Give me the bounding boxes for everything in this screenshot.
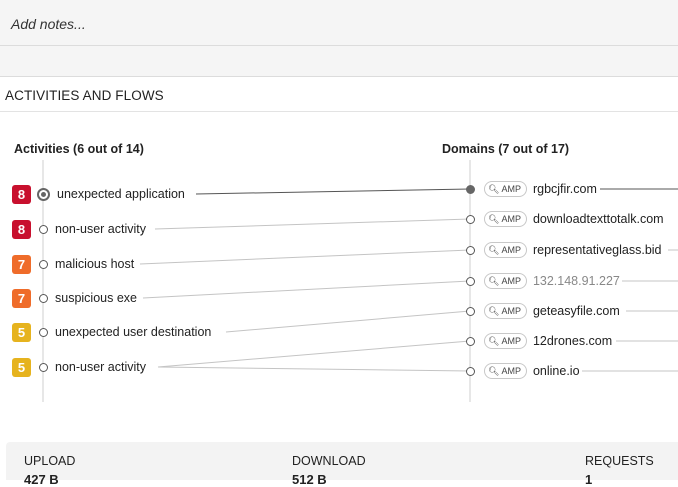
domain-label: 132.148.91.227 [532, 274, 622, 288]
selected-radio-icon[interactable] [37, 187, 50, 201]
amp-label: AMP [501, 214, 521, 224]
activity-item[interactable]: 7 suspicious exe [12, 288, 139, 308]
amp-search-chip[interactable]: 🔍︎ AMP [484, 363, 527, 379]
activity-item[interactable]: 7 malicious host [12, 254, 137, 274]
search-icon: 🔍︎ [488, 244, 500, 255]
domain-item[interactable]: 🔍︎ AMP geteasyfile.com [466, 301, 622, 321]
upload-label: UPLOAD [24, 454, 76, 468]
dot-icon[interactable] [466, 276, 475, 286]
amp-label: AMP [501, 366, 521, 376]
amp-search-chip[interactable]: 🔍︎ AMP [484, 211, 527, 227]
activity-label: malicious host [55, 257, 137, 271]
amp-label: AMP [501, 336, 521, 346]
search-icon: 🔍︎ [488, 183, 500, 194]
amp-label: AMP [501, 245, 521, 255]
domain-label: geteasyfile.com [532, 304, 622, 318]
flow-line-6 [157, 340, 471, 368]
domain-label: 12drones.com [532, 334, 615, 348]
dot-icon[interactable] [466, 366, 475, 376]
flow-line-1 [195, 188, 471, 195]
dot-icon[interactable] [466, 214, 475, 224]
activity-item[interactable]: 5 unexpected user destination [12, 322, 214, 342]
flow-line-2 [154, 218, 471, 230]
amp-search-chip[interactable]: 🔍︎ AMP [484, 242, 527, 258]
activity-label: suspicious exe [55, 291, 139, 305]
selected-dot-icon[interactable] [466, 184, 475, 194]
search-icon: 🔍︎ [488, 365, 500, 376]
search-icon: 🔍︎ [488, 305, 500, 316]
dot-icon[interactable] [466, 306, 475, 316]
activity-item[interactable]: 8 non-user activity [12, 219, 149, 239]
severity-badge: 5 [12, 322, 31, 342]
download-label: DOWNLOAD [292, 454, 366, 468]
severity-badge: 5 [12, 357, 31, 377]
domain-item[interactable]: 🔍︎ AMP 132.148.91.227 [466, 271, 622, 291]
activity-item[interactable]: 5 non-user activity [12, 357, 149, 377]
domain-item[interactable]: 🔍︎ AMP downloadtexttotalk.com [466, 209, 666, 229]
amp-label: AMP [501, 306, 521, 316]
activity-label: unexpected user destination [55, 325, 214, 339]
domain-item[interactable]: 🔍︎ AMP rgbcjfir.com [466, 179, 599, 199]
radio-icon[interactable] [39, 362, 48, 372]
domain-label: representativeglass.bid [532, 243, 664, 257]
activity-label: non-user activity [55, 360, 149, 374]
search-icon: 🔍︎ [488, 275, 500, 286]
severity-badge: 7 [12, 254, 31, 274]
activity-label: non-user activity [55, 222, 149, 236]
severity-badge: 7 [12, 288, 31, 308]
flow-line-5 [225, 310, 471, 333]
domain-label: rgbcjfir.com [532, 182, 599, 196]
flow-line-7 [157, 366, 471, 372]
search-icon: 🔍︎ [488, 213, 500, 224]
radio-icon[interactable] [39, 293, 48, 303]
severity-badge: 8 [12, 184, 31, 204]
amp-label: AMP [501, 276, 521, 286]
domain-item[interactable]: 🔍︎ AMP online.io [466, 361, 582, 381]
amp-search-chip[interactable]: 🔍︎ AMP [484, 333, 527, 349]
radio-icon[interactable] [39, 259, 48, 269]
radio-icon[interactable] [39, 327, 48, 337]
domain-item[interactable]: 🔍︎ AMP 12drones.com [466, 331, 615, 351]
domain-item[interactable]: 🔍︎ AMP representativeglass.bid [466, 240, 664, 260]
activity-label: unexpected application [57, 187, 187, 201]
activity-item[interactable]: 8 unexpected application [12, 184, 187, 204]
amp-search-chip[interactable]: 🔍︎ AMP [484, 303, 527, 319]
severity-badge: 8 [12, 219, 31, 239]
radio-icon[interactable] [39, 224, 48, 234]
dot-icon[interactable] [466, 336, 475, 346]
dot-icon[interactable] [466, 245, 475, 255]
traffic-stats-panel: UPLOAD 427 B DOWNLOAD 512 B REQUESTS 1 [6, 442, 678, 487]
amp-search-chip[interactable]: 🔍︎ AMP [484, 181, 527, 197]
flow-line-4 [142, 280, 471, 299]
search-icon: 🔍︎ [488, 335, 500, 346]
amp-label: AMP [501, 184, 521, 194]
amp-search-chip[interactable]: 🔍︎ AMP [484, 273, 527, 289]
domain-label: downloadtexttotalk.com [532, 212, 666, 226]
domain-label: online.io [532, 364, 582, 378]
requests-label: REQUESTS [585, 454, 654, 468]
flow-line-3 [139, 249, 471, 265]
